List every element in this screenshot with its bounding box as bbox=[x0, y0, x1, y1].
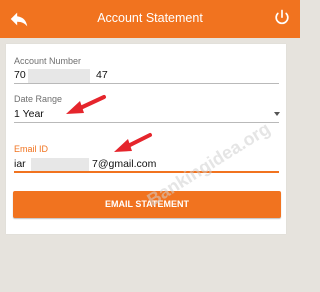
annotation-arrow-email bbox=[114, 133, 152, 152]
